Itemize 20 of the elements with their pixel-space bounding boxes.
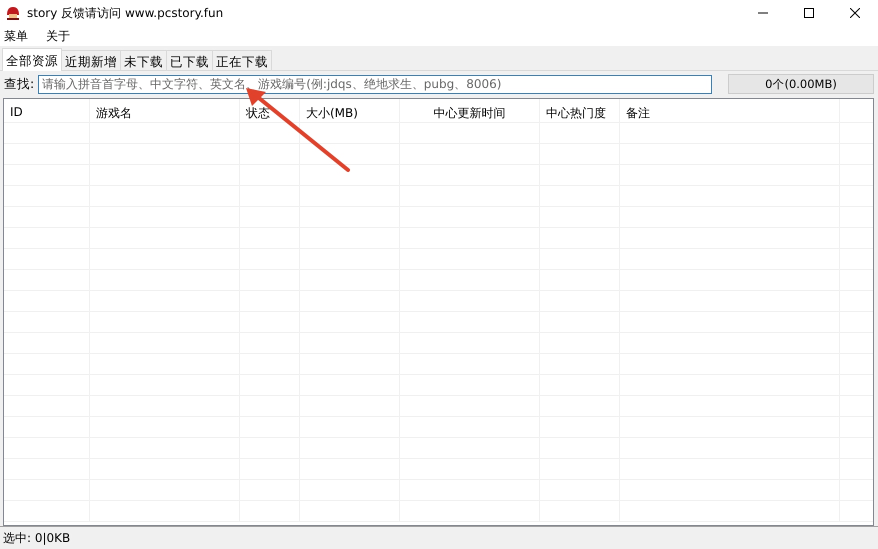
- close-icon: [850, 8, 860, 18]
- menu-item[interactable]: 关于: [42, 28, 76, 44]
- column-header[interactable]: 游戏名: [90, 99, 240, 122]
- column-header[interactable]: ID: [4, 99, 90, 122]
- column-header[interactable]: 大小(MB): [300, 99, 400, 122]
- status-text: 选中: 0|0KB: [3, 530, 70, 546]
- menu-item[interactable]: 菜单: [0, 28, 34, 44]
- window-title: story 反馈请访问 www.pcstory.fun: [27, 4, 224, 22]
- tab[interactable]: 已下载: [166, 50, 213, 70]
- search-label: 查找:: [4, 76, 34, 92]
- tab[interactable]: 未下载: [120, 50, 167, 70]
- tab[interactable]: 近期新增: [61, 50, 121, 70]
- column-header[interactable]: 中心更新时间: [400, 99, 540, 122]
- tab[interactable]: 正在下载: [212, 50, 272, 70]
- column-header[interactable]: 备注: [620, 99, 840, 122]
- app-icon: [5, 5, 21, 21]
- tab[interactable]: 全部资源: [2, 48, 62, 71]
- column-header[interactable]: 中心热门度: [540, 99, 620, 122]
- summary-text: 0个(0.00MB): [728, 74, 874, 94]
- maximize-icon: [804, 8, 814, 18]
